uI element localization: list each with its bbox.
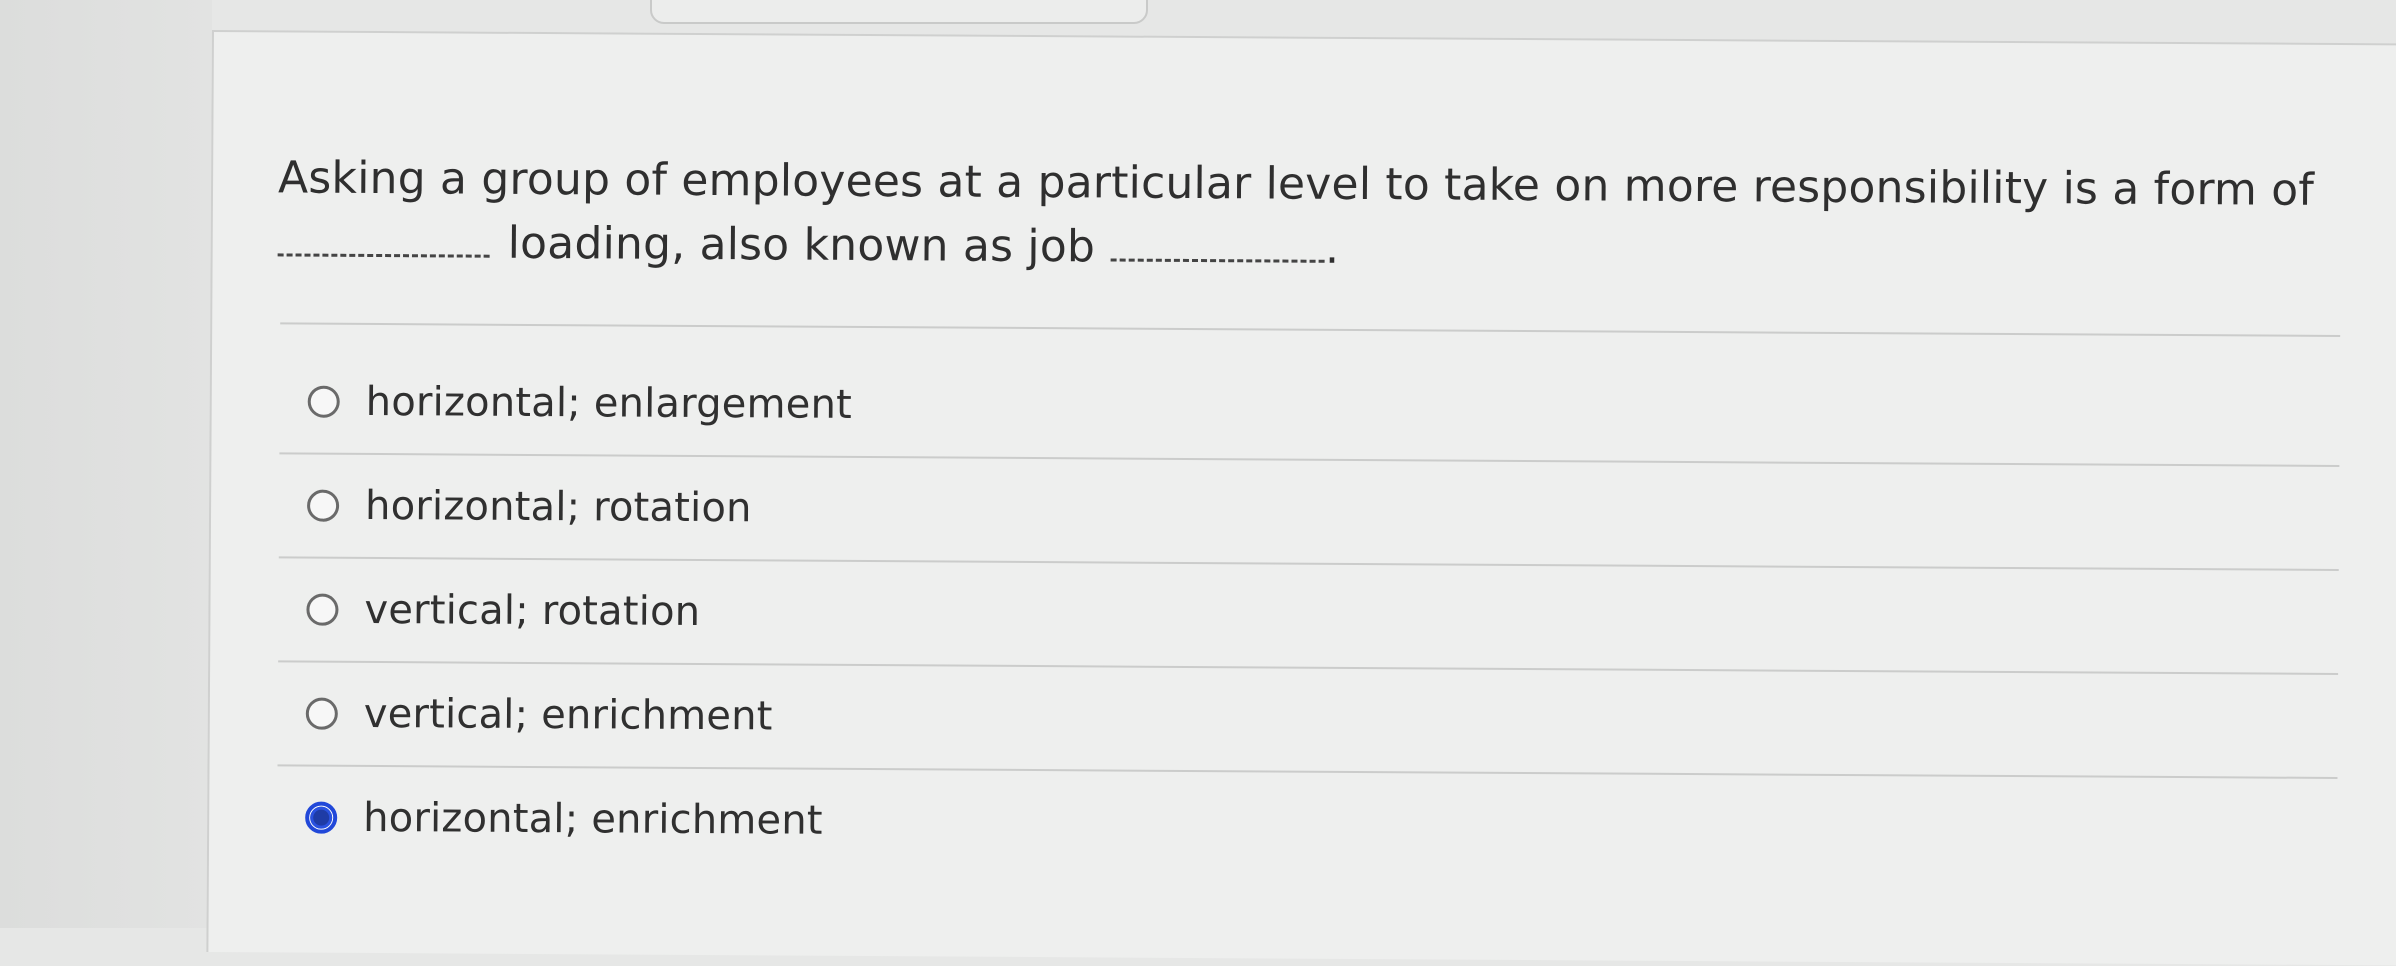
answer-option[interactable]: horizontal; rotation bbox=[278, 454, 2340, 572]
question-panel: Asking a group of employees at a particu… bbox=[206, 30, 2396, 966]
option-label: horizontal; enlargement bbox=[365, 378, 853, 428]
top-tab[interactable] bbox=[650, 0, 1148, 24]
option-label: vertical; rotation bbox=[364, 586, 701, 635]
blank-1 bbox=[277, 217, 490, 258]
radio-button[interactable] bbox=[306, 489, 340, 522]
blank-2 bbox=[1110, 222, 1326, 263]
question-line-1: Asking a group of employees at a particu… bbox=[277, 152, 2315, 216]
question-period: . bbox=[1324, 222, 1340, 274]
answer-options: horizontal; enlargement horizontal; rota… bbox=[277, 350, 2341, 881]
radio-dot bbox=[310, 806, 333, 829]
left-gutter bbox=[0, 0, 212, 928]
answer-option-selected[interactable]: horizontal; enrichment bbox=[277, 766, 2338, 881]
question-line-2: loading, also known as job bbox=[507, 217, 1096, 273]
radio-button[interactable] bbox=[307, 385, 340, 418]
question-divider bbox=[280, 322, 2341, 338]
option-label: horizontal; enrichment bbox=[363, 794, 823, 844]
option-label: vertical; enrichment bbox=[363, 690, 773, 740]
answer-option[interactable]: vertical; rotation bbox=[278, 558, 2339, 675]
radio-button-selected[interactable] bbox=[305, 801, 338, 834]
radio-button[interactable] bbox=[305, 697, 338, 730]
answer-option[interactable]: vertical; enrichment bbox=[277, 662, 2339, 779]
radio-button[interactable] bbox=[306, 593, 339, 626]
question-text: Asking a group of employees at a particu… bbox=[277, 146, 2379, 287]
option-label: horizontal; rotation bbox=[364, 482, 752, 532]
answer-option[interactable]: horizontal; enlargement bbox=[279, 350, 2341, 468]
